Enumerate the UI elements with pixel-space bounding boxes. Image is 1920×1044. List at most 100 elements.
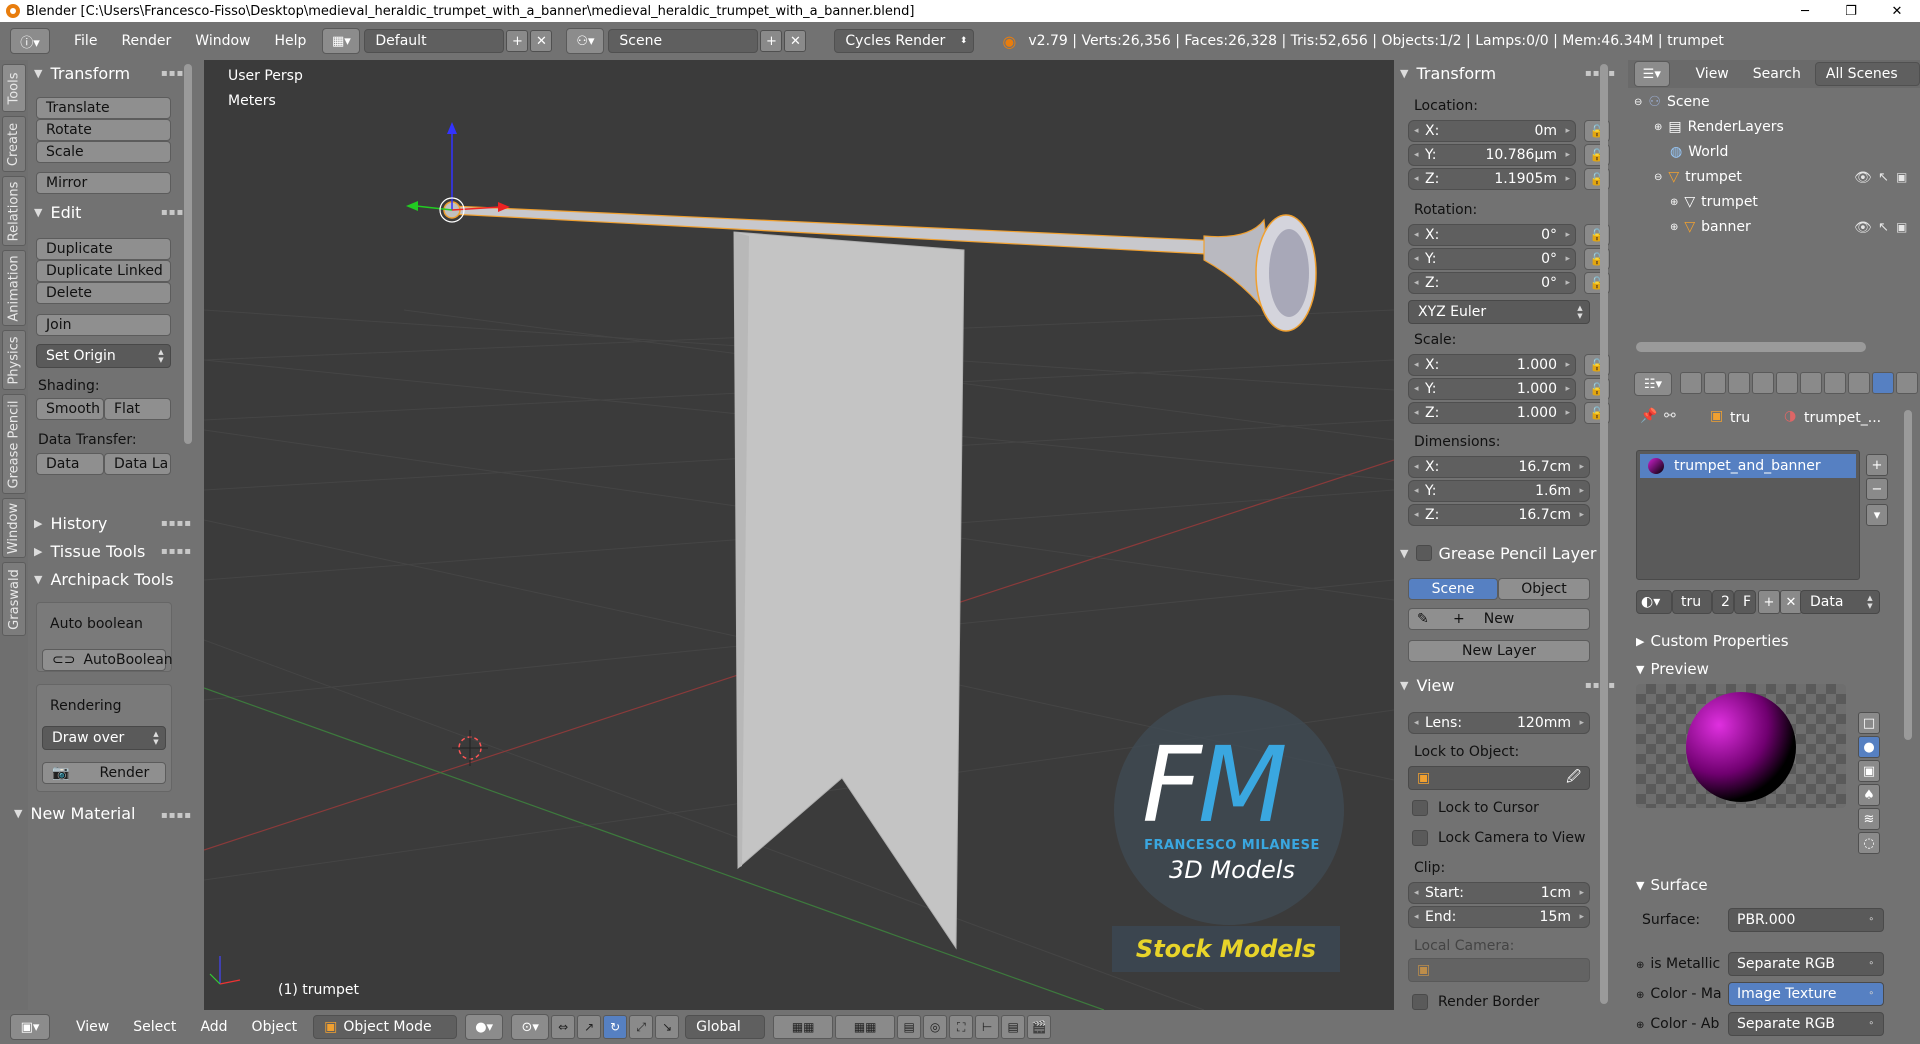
rotate-button[interactable]: Rotate <box>36 119 171 141</box>
clip-start-field[interactable]: Start:1cm <box>1408 882 1590 904</box>
cursor-select-icon[interactable]: ↖ <box>1878 220 1889 235</box>
properties-editor-icon[interactable]: ☷▾ <box>1634 372 1672 396</box>
grip-icon[interactable]: ▪▪▪▪ <box>161 546 192 557</box>
outliner-search-menu[interactable]: Search <box>1741 66 1813 82</box>
outliner-view-menu[interactable]: View <box>1684 66 1741 82</box>
layers-grid-icon[interactable]: ▦▦ <box>773 1015 834 1039</box>
pin-icon[interactable]: 📌 <box>1640 408 1657 424</box>
outliner-item-banner[interactable]: ⊕ ▽ banner <box>1670 215 1751 239</box>
cursor-select-icon[interactable]: ↖ <box>1878 170 1889 185</box>
rotation-y-field[interactable]: Y:0° <box>1408 248 1576 270</box>
gp-scene-button[interactable]: Scene <box>1408 578 1498 600</box>
snap-target-icon[interactable]: ⊢ <box>975 1015 1000 1039</box>
menu-help[interactable]: Help <box>262 33 318 49</box>
editor-type-info-icon[interactable]: ⓘ▾ <box>10 28 50 54</box>
opengl-render-icon[interactable]: ▤ <box>1001 1015 1026 1039</box>
location-y-field[interactable]: Y:10.786µm <box>1408 144 1576 166</box>
duplicate-linked-button[interactable]: Duplicate Linked <box>36 260 171 282</box>
slot-menu-button[interactable]: ▾ <box>1866 504 1888 526</box>
history-panel-header[interactable]: ▶ History <box>34 512 107 534</box>
custom-properties-header[interactable]: ▶ Custom Properties <box>1636 630 1789 652</box>
rotation-z-field[interactable]: Z:0° <box>1408 272 1576 294</box>
tab-window[interactable]: Window <box>2 498 26 558</box>
outliner-hscrollbar[interactable] <box>1636 342 1866 352</box>
outliner-item-renderlayers[interactable]: ⊕ ▤ RenderLayers <box>1654 115 1784 139</box>
material-name-field[interactable]: tru <box>1672 590 1712 614</box>
preview-cube-icon[interactable]: ▣ <box>1858 760 1880 782</box>
menu-window[interactable]: Window <box>183 33 262 49</box>
manipulator-icon[interactable]: ⇔ <box>551 1015 576 1039</box>
gp-new-layer-button[interactable]: New Layer <box>1408 640 1590 662</box>
mirror-button[interactable]: Mirror <box>36 172 171 194</box>
dimension-z-field[interactable]: Z:16.7cm <box>1408 504 1590 526</box>
delete-scene-button[interactable]: ✕ <box>784 30 807 52</box>
eye-icon[interactable]: 👁 <box>1854 220 1872 236</box>
proportional-edit-icon[interactable]: ◎ <box>923 1015 948 1039</box>
render-layers-tab-icon[interactable] <box>1704 372 1726 394</box>
eye-icon[interactable]: 👁 <box>1854 170 1872 186</box>
outliner-item-trumpet[interactable]: ⊖ ▽ trumpet <box>1654 165 1742 189</box>
add-scene-button[interactable]: + <box>760 30 783 52</box>
material-users-field[interactable]: 2 <box>1712 590 1734 614</box>
new-material-button[interactable]: + <box>1758 590 1780 614</box>
edit-panel-header[interactable]: ▼ Edit <box>34 201 81 223</box>
join-button[interactable]: Join <box>36 314 171 336</box>
scene-field[interactable]: Scene <box>608 29 759 53</box>
outliner-editor-icon[interactable]: ☰▾ <box>1634 61 1670 87</box>
layers-grid-icon[interactable]: ▦▦ <box>835 1015 896 1039</box>
viewport-editor-icon[interactable]: ▣▾ <box>10 1014 50 1040</box>
snap-icon[interactable]: ⛶ <box>949 1015 974 1039</box>
preview-hair-icon[interactable]: ≋ <box>1858 808 1880 830</box>
surface-field[interactable]: PBR.000 ⚬ <box>1728 908 1884 932</box>
preview-flat-icon[interactable]: □ <box>1858 712 1880 734</box>
delete-button[interactable]: Delete <box>36 282 171 304</box>
menu-add[interactable]: Add <box>188 1019 239 1035</box>
rotation-mode-dropdown[interactable]: XYZ Euler <box>1408 300 1590 324</box>
viewport-shading-icon[interactable]: ●▾ <box>465 1014 504 1040</box>
is-metallic-field[interactable]: Separate RGB ⚬ <box>1728 952 1884 976</box>
menu-file[interactable]: File <box>62 33 109 49</box>
color-ab-field[interactable]: Separate RGB ⚬ <box>1728 1012 1884 1036</box>
scene-tab-icon[interactable] <box>1728 372 1750 394</box>
close-button[interactable]: ✕ <box>1874 0 1920 22</box>
color-ma-field[interactable]: Image Texture ⚬ <box>1728 982 1884 1006</box>
auto-boolean-button[interactable]: ⊂⊃ AutoBoolean <box>42 649 173 671</box>
unlink-material-button[interactable]: ✕ <box>1780 590 1802 614</box>
rotate-manip-icon[interactable]: ↻ <box>603 1015 628 1039</box>
render-animation-icon[interactable]: 🎬 <box>1027 1015 1052 1039</box>
node-link-icon[interactable]: ⚯ <box>1664 408 1676 424</box>
outliner-item-scene[interactable]: ⊖ ⚇ Scene <box>1634 90 1710 114</box>
maximize-button[interactable]: ❐ <box>1828 0 1874 22</box>
data-button[interactable]: Data <box>36 453 104 475</box>
add-screen-button[interactable]: + <box>506 30 529 52</box>
location-x-field[interactable]: X:0m <box>1408 120 1576 142</box>
texture-tab-icon[interactable] <box>1896 372 1918 394</box>
object-tab-icon[interactable] <box>1776 372 1798 394</box>
delete-screen-button[interactable]: ✕ <box>530 30 553 52</box>
preview-sky-icon[interactable]: ◌ <box>1858 832 1880 854</box>
link-dropdown[interactable]: Data <box>1800 590 1880 614</box>
grip-icon[interactable]: ▪▪▪▪ <box>161 518 192 529</box>
grease-pencil-header[interactable]: ▼ Grease Pencil Layer <box>1400 542 1596 564</box>
lock-object-field[interactable]: ▣ 🖉 <box>1408 766 1590 790</box>
preview-sphere-icon[interactable]: ● <box>1858 736 1880 758</box>
screen-layout-field[interactable]: Default <box>364 29 505 53</box>
tab-relations[interactable]: Relations <box>2 176 26 246</box>
smooth-button[interactable]: Smooth <box>36 398 104 420</box>
eyedropper-icon[interactable]: 🖉 <box>1566 766 1581 790</box>
outliner-item-world[interactable]: ◍ World <box>1670 140 1728 164</box>
new-material-header[interactable]: ▼ New Material <box>14 802 135 824</box>
n-transform-header[interactable]: ▼ Transform <box>1400 62 1496 84</box>
menu-select[interactable]: Select <box>121 1019 188 1035</box>
world-tab-icon[interactable] <box>1752 372 1774 394</box>
flat-button[interactable]: Flat <box>104 398 171 420</box>
gp-object-button[interactable]: Object <box>1498 578 1590 600</box>
dimension-y-field[interactable]: Y:1.6m <box>1408 480 1590 502</box>
grease-pencil-checkbox[interactable] <box>1416 545 1433 561</box>
render-button[interactable]: 📷 Render <box>42 762 166 784</box>
outliner-item-trumpet-mesh[interactable]: ⊕ ▽ trumpet <box>1670 190 1758 214</box>
outliner-scenes-dropdown[interactable]: All Scenes <box>1814 62 1920 86</box>
menu-view[interactable]: View <box>64 1019 121 1035</box>
translate-button[interactable]: Translate <box>36 97 171 119</box>
tab-grease-pencil[interactable]: Grease Pencil <box>2 394 26 494</box>
